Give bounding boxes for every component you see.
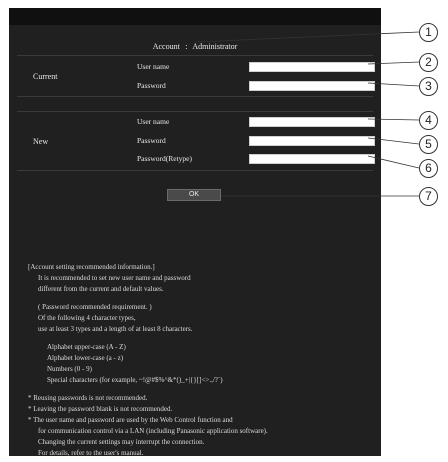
callout-4: 4 <box>419 111 438 130</box>
leader-line-1 <box>195 31 420 43</box>
callout-3: 3 <box>419 77 438 96</box>
callout-5: 5 <box>419 135 438 154</box>
leader-line-3 <box>367 82 420 87</box>
callout-2: 2 <box>419 53 438 72</box>
leader-line-5 <box>367 137 420 145</box>
callout-7: 7 <box>419 187 438 206</box>
callout-1: 1 <box>419 23 438 42</box>
leader-line-6 <box>367 155 420 169</box>
callout-6: 6 <box>419 159 438 178</box>
callout-leaders <box>195 31 420 197</box>
leader-line-2 <box>367 61 420 65</box>
leader-line-4 <box>367 118 420 121</box>
